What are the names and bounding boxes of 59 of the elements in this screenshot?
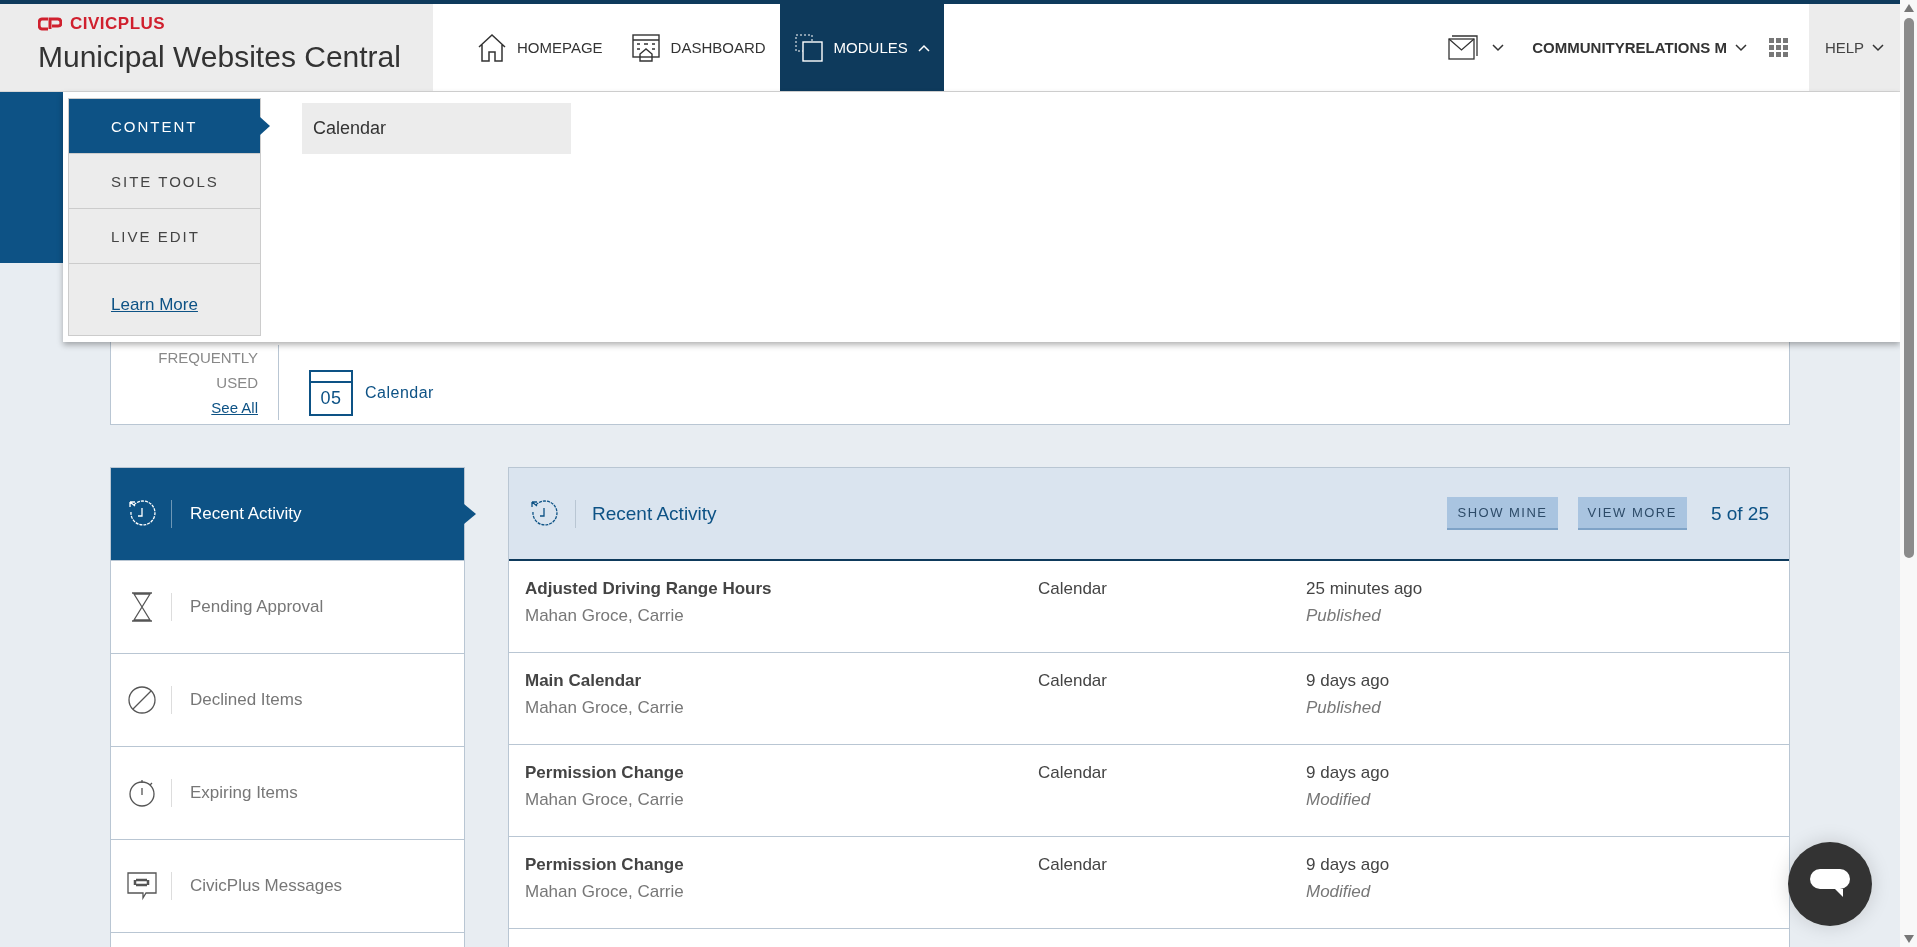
item-status: Published (1306, 698, 1381, 718)
item-module: Calendar (1038, 671, 1107, 691)
pointer-icon (260, 117, 270, 135)
pointer-icon (464, 504, 476, 524)
building-icon (630, 32, 661, 63)
item-time: 9 days ago (1306, 855, 1390, 875)
scrollbar[interactable] (1900, 0, 1917, 947)
logo-icon (38, 17, 62, 31)
site-title: Municipal Websites Central (38, 40, 402, 74)
nav-link[interactable]: HOMEPAGE (463, 4, 617, 91)
item-author: Mahan Groce, Carrie (525, 882, 684, 902)
see-all-link[interactable]: See All (211, 395, 258, 420)
item-title: Permission Change (525, 855, 684, 875)
clock-icon (529, 498, 559, 529)
section-label: FREQUENTLY (158, 348, 258, 368)
modules-icon (793, 32, 824, 63)
help-menu[interactable]: HELP (1809, 4, 1900, 91)
scroll-down-icon[interactable] (1903, 935, 1914, 943)
clock-icon (127, 499, 157, 529)
hourglass-icon (130, 592, 154, 622)
stopwatch-icon (127, 778, 157, 808)
prohibited-icon (127, 685, 157, 715)
item-title: Permission Change (525, 763, 684, 783)
item-module: Calendar (1038, 855, 1107, 875)
calendar-icon: 05 (309, 370, 353, 416)
item-module: Calendar (1038, 579, 1107, 599)
nav-link[interactable]: DASHBOARD (616, 4, 780, 91)
item-author: Mahan Groce, Carrie (525, 698, 684, 718)
item-title: Main Calendar (525, 671, 642, 691)
chevron-icon (1735, 43, 1747, 52)
nav-link[interactable]: MODULES (779, 4, 944, 91)
item-status: Modified (1306, 882, 1371, 902)
header-button[interactable]: SHOW MINE (1447, 497, 1558, 530)
user-menu[interactable]: COMMUNITYRELATIONS M (1518, 39, 1761, 56)
chevron-icon (1872, 43, 1885, 52)
item-status: Modified (1306, 790, 1371, 810)
item-author: Mahan Groce, Carrie (525, 790, 684, 810)
chevron-icon (917, 43, 930, 52)
panel-title: Recent Activity (592, 502, 717, 525)
item-author: Mahan Groce, Carrie (525, 606, 684, 626)
section-label: USED (216, 373, 258, 393)
apps-grid-icon[interactable] (1769, 37, 1789, 58)
item-title: Adjusted Driving Range Hours (525, 579, 772, 599)
learn-more-link[interactable]: Learn More (111, 295, 198, 315)
mail-icon (1448, 34, 1479, 61)
item-module: Calendar (1038, 763, 1107, 783)
brand-name: CIVICPLUS (70, 14, 166, 34)
item-time: 9 days ago (1306, 763, 1390, 783)
header-button[interactable]: VIEW MORE (1577, 497, 1687, 530)
item-time: 9 days ago (1306, 671, 1390, 691)
message-icon (127, 871, 157, 901)
shortcut-link[interactable]: 05 Calendar (309, 370, 434, 416)
item-status: Published (1306, 606, 1381, 626)
menu-item[interactable]: Calendar (302, 103, 571, 154)
chevron-icon (1492, 43, 1505, 52)
house-icon (477, 32, 507, 63)
item-time: 25 minutes ago (1306, 579, 1423, 599)
scroll-up-icon[interactable] (1903, 4, 1914, 12)
item-count: 5 of 25 (1710, 502, 1769, 525)
